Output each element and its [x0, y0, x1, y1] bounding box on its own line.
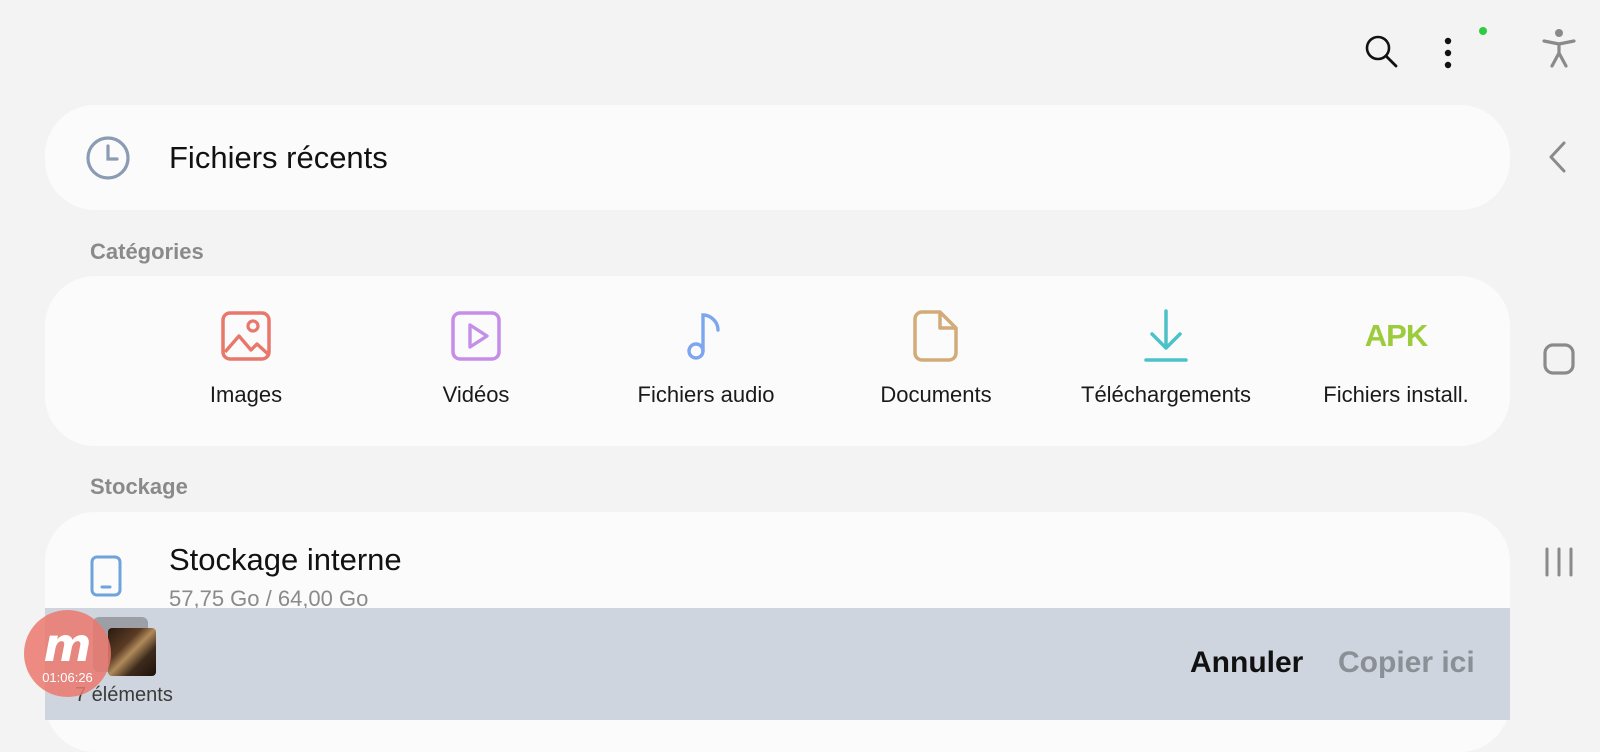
category-label: Fichiers audio: [637, 382, 775, 407]
recent-apps-icon[interactable]: [1542, 545, 1576, 579]
status-dot: [1479, 27, 1487, 35]
search-icon: [1365, 35, 1398, 68]
apk-icon-text: APK: [1364, 318, 1428, 353]
music-note-icon: [687, 313, 720, 360]
cancel-button[interactable]: Annuler: [1190, 646, 1303, 680]
video-icon: [451, 311, 501, 361]
category-videos[interactable]: Vidéos: [361, 276, 591, 446]
side-navigation-bar: [1520, 0, 1600, 720]
recent-files-label: Fichiers récents: [169, 140, 388, 175]
back-icon[interactable]: [1546, 140, 1572, 174]
category-documents[interactable]: Documents: [821, 276, 1051, 446]
home-icon[interactable]: [1542, 342, 1576, 376]
more-options-button[interactable]: [1428, 32, 1468, 74]
category-label: Fichiers install.: [1323, 382, 1469, 407]
document-icon: [913, 310, 958, 362]
selected-thumbnail: [108, 628, 156, 676]
category-label: Téléchargements: [1081, 382, 1251, 407]
category-downloads[interactable]: Téléchargements: [1051, 276, 1281, 446]
categories-card: Images Vidéos Fichiers audio Documents T…: [45, 276, 1510, 446]
clock-icon: [86, 136, 130, 180]
phone-icon: [90, 555, 122, 597]
recorder-logo: m: [43, 618, 92, 672]
category-label: Images: [209, 382, 283, 407]
recorder-badge[interactable]: m 01:06:26: [24, 610, 111, 697]
categories-title: Catégories: [90, 239, 204, 264]
recorder-time: 01:06:26: [42, 670, 93, 685]
search-button[interactable]: [1360, 30, 1402, 72]
download-icon: [1144, 309, 1188, 362]
top-toolbar: [0, 0, 1520, 100]
category-label: Documents: [880, 382, 992, 407]
image-icon: [221, 311, 271, 361]
more-vertical-icon: [1444, 37, 1452, 69]
category-label: Vidéos: [442, 382, 510, 407]
copy-here-button[interactable]: Copier ici: [1338, 646, 1475, 680]
category-apk[interactable]: APK Fichiers install.: [1281, 276, 1511, 446]
accessibility-icon[interactable]: [1541, 28, 1577, 68]
storage-title: Stockage: [90, 474, 188, 499]
category-audio[interactable]: Fichiers audio: [591, 276, 821, 446]
storage-name: Stockage interne: [169, 542, 402, 577]
apk-icon: APK: [1365, 309, 1428, 363]
category-images[interactable]: Images: [131, 276, 361, 446]
recent-files-card[interactable]: Fichiers récents: [45, 105, 1510, 210]
paste-panel: 7 éléments Annuler Copier ici: [45, 608, 1510, 720]
